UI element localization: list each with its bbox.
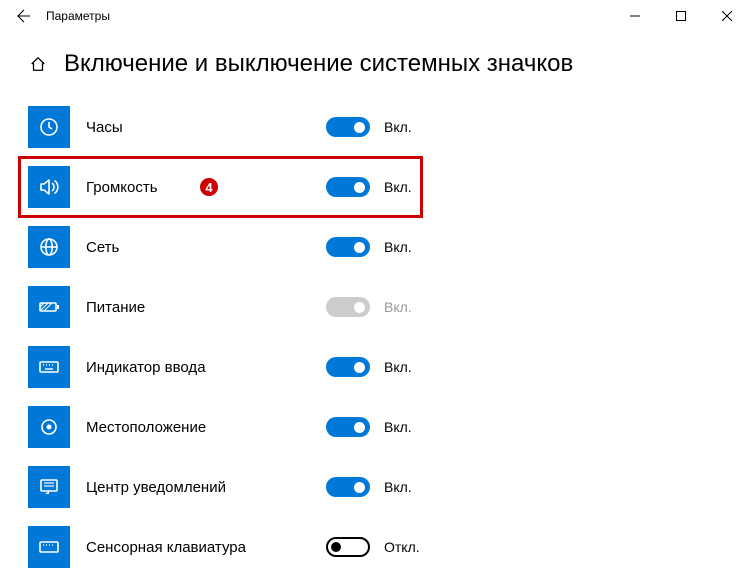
maximize-icon [676,11,686,21]
content: Включение и выключение системных значков… [0,32,750,568]
home-icon [29,55,47,73]
setting-row: Индикатор ввода Вкл. [28,346,722,388]
toggle[interactable] [326,177,370,197]
setting-row: Часы Вкл. [28,106,722,148]
setting-row: Местоположение Вкл. [28,406,722,448]
globe-icon [28,226,70,268]
toggle-wrap: Вкл. [326,297,412,317]
toggle-wrap: Вкл. [326,237,412,257]
setting-label: Местоположение [86,419,306,436]
settings-list: Часы Вкл. Громкость Вкл. Сеть Вкл. Питание Вкл.… [28,106,722,568]
minimize-button[interactable] [612,0,658,32]
setting-row: Громкость Вкл. [28,166,722,208]
toggle-wrap: Откл. [326,537,420,557]
toggle-state: Вкл. [384,119,412,135]
setting-row: Сеть Вкл. [28,226,722,268]
toggle[interactable] [326,357,370,377]
minimize-icon [630,11,640,21]
setting-row: Центр уведомлений Вкл. [28,466,722,508]
setting-label: Индикатор ввода [86,359,306,376]
page-title: Включение и выключение системных значков [64,50,573,78]
keyboard-icon [28,346,70,388]
toggle-wrap: Вкл. [326,117,412,137]
setting-label: Громкость [86,179,306,196]
back-button[interactable] [8,0,40,32]
toggle [326,297,370,317]
notifications-icon [28,466,70,508]
touchkeyboard-icon [28,526,70,568]
toggle[interactable] [326,237,370,257]
toggle-wrap: Вкл. [326,417,412,437]
page-header: Включение и выключение системных значков [28,50,722,78]
setting-row: Сенсорная клавиатура Откл. [28,526,722,568]
toggle-wrap: Вкл. [326,477,412,497]
clock-icon [28,106,70,148]
toggle-state: Откл. [384,539,420,555]
toggle-state: Вкл. [384,359,412,375]
toggle[interactable] [326,537,370,557]
battery-icon [28,286,70,328]
setting-label: Сенсорная клавиатура [86,539,306,556]
toggle-wrap: Вкл. [326,357,412,377]
toggle[interactable] [326,477,370,497]
setting-label: Питание [86,299,306,316]
close-icon [722,11,732,21]
setting-label: Центр уведомлений [86,479,306,496]
window-title: Параметры [46,9,110,23]
setting-row: Питание Вкл. [28,286,722,328]
setting-label: Сеть [86,239,306,256]
window-buttons [612,0,750,32]
volume-icon [28,166,70,208]
arrow-left-icon [17,9,31,23]
titlebar: Параметры [0,0,750,32]
toggle[interactable] [326,117,370,137]
annotation-marker: 4 [198,176,220,198]
home-button[interactable] [28,54,48,74]
toggle-state: Вкл. [384,479,412,495]
toggle-state: Вкл. [384,239,412,255]
toggle[interactable] [326,417,370,437]
toggle-state: Вкл. [384,419,412,435]
setting-label: Часы [86,119,306,136]
close-button[interactable] [704,0,750,32]
toggle-state: Вкл. [384,299,412,315]
toggle-wrap: Вкл. [326,177,412,197]
toggle-state: Вкл. [384,179,412,195]
maximize-button[interactable] [658,0,704,32]
location-icon [28,406,70,448]
